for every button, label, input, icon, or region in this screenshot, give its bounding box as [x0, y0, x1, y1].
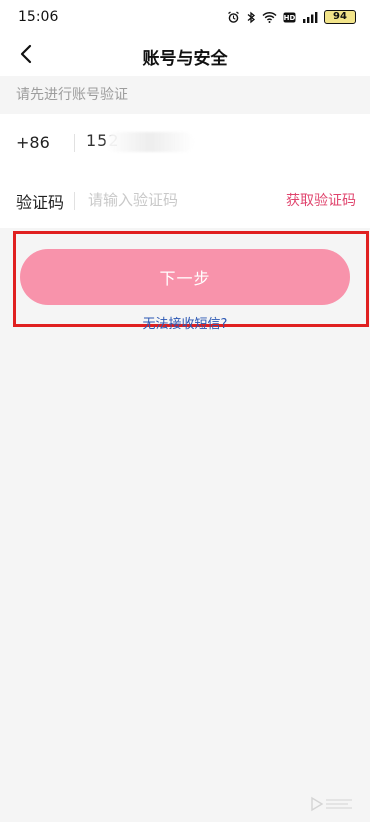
code-label: 验证码 — [16, 193, 65, 212]
nav-bar: 账号与安全 — [0, 34, 370, 76]
alarm-icon — [227, 10, 240, 24]
svg-text:HD: HD — [284, 14, 296, 22]
signal-icon — [302, 11, 318, 23]
code-input[interactable] — [88, 186, 268, 214]
hd-icon: HD — [283, 12, 296, 23]
verify-hint: 请先进行账号验证 — [0, 76, 370, 114]
battery-level: 94 — [333, 11, 347, 22]
divider — [74, 134, 75, 152]
sms-help-link[interactable]: 无法接收短信? — [0, 313, 370, 332]
next-button[interactable]: 下一步 — [20, 249, 350, 305]
next-button-label: 下一步 — [159, 269, 211, 288]
status-bar: 15:06 HD 94 — [0, 0, 370, 34]
status-icons: HD 94 — [227, 10, 356, 24]
code-row: 验证码 获取验证码 — [0, 172, 370, 228]
get-code-button[interactable]: 获取验证码 — [286, 190, 356, 210]
phone-redaction — [106, 132, 194, 152]
divider — [74, 192, 75, 210]
watermark-logo — [310, 794, 356, 814]
wifi-icon — [262, 11, 277, 23]
battery-icon: 94 — [324, 10, 356, 24]
country-code[interactable]: +86 — [16, 133, 50, 152]
phone-row: +86 152 — [0, 114, 370, 173]
bluetooth-icon — [246, 11, 256, 24]
page-title: 账号与安全 — [142, 49, 228, 69]
status-time: 15:06 — [18, 9, 59, 25]
